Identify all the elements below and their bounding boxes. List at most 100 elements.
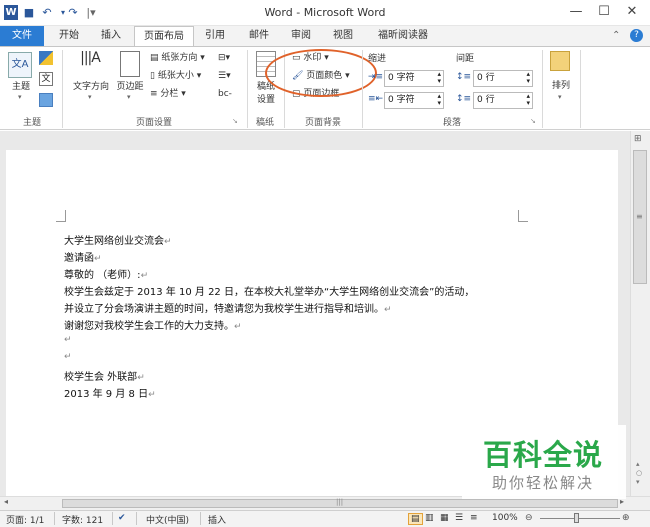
group-separator: [62, 50, 63, 128]
outline-view-icon[interactable]: ☰: [455, 513, 463, 523]
zoom-out-icon[interactable]: ⊖: [525, 513, 533, 523]
themes-dropdown-icon[interactable]: ▾: [18, 93, 22, 101]
scroll-grip-icon: ≡: [636, 212, 643, 221]
doc-line: 并设立了分会场演讲主题的时间，特邀请您为我校学生进行指导和培训。↵: [64, 304, 392, 315]
status-separator: [136, 512, 137, 525]
tab-mailings[interactable]: 邮件: [244, 26, 274, 46]
tab-file[interactable]: 文件: [0, 26, 44, 46]
ruler-toggle-icon[interactable]: ⊞: [634, 134, 642, 144]
tab-foxit-reader[interactable]: 福昕阅读器: [370, 26, 436, 46]
insert-mode-status[interactable]: 插入: [208, 513, 226, 526]
tab-home[interactable]: 开始: [54, 26, 84, 46]
columns-icon: ≡: [150, 89, 161, 99]
group-label-manuscript: 稿纸: [255, 118, 274, 128]
spacing-before-input[interactable]: 0 行 ▴ ▾: [473, 70, 533, 87]
tab-insert[interactable]: 插入: [96, 26, 126, 46]
zoom-slider-thumb[interactable]: [574, 513, 579, 523]
indent-left-input[interactable]: 0 字符 ▴ ▾: [384, 70, 444, 87]
group-label-arrange: [544, 115, 578, 128]
indent-right-input[interactable]: 0 字符 ▴ ▾: [384, 92, 444, 109]
group-separator: [542, 50, 543, 128]
hyphenation-button[interactable]: bc-: [218, 88, 232, 100]
doc-line: 大学生网络创业交流会↵: [64, 236, 172, 247]
spacing-before-value: 0 行: [477, 73, 495, 83]
close-button[interactable]: ✕: [618, 3, 646, 21]
spacing-after-spinner-icon[interactable]: ▴ ▾: [526, 93, 530, 107]
scroll-left-icon[interactable]: ◂: [4, 497, 8, 506]
page-setup-launcher-icon[interactable]: ↘: [232, 117, 238, 125]
arrange-button[interactable]: 排列: [546, 80, 576, 92]
margins-icon[interactable]: [120, 51, 140, 77]
indent-header: 缩进: [368, 54, 387, 64]
language-status[interactable]: 中文(中国): [146, 513, 189, 526]
themes-icon[interactable]: 文A: [8, 52, 32, 78]
arrange-icon[interactable]: [550, 51, 570, 71]
tab-page-layout[interactable]: 页面布局: [134, 26, 194, 47]
zoom-slider[interactable]: [540, 518, 620, 519]
line-numbers-button[interactable]: ☰▾: [218, 70, 231, 82]
browse-object-icon[interactable]: ▴ ○ ▾: [636, 460, 642, 487]
word-count[interactable]: 字数: 121: [62, 513, 103, 526]
theme-colors-icon[interactable]: [39, 51, 53, 65]
breaks-button[interactable]: ⊟▾: [218, 52, 230, 64]
group-label-paragraph: 段落: [442, 118, 461, 128]
tab-view[interactable]: 视图: [328, 26, 358, 46]
indent-right-value: 0 字符: [388, 95, 415, 105]
spacing-header: 间距: [456, 54, 475, 64]
text-direction-button[interactable]: 文字方向: [70, 81, 112, 93]
indent-left-icon: ⇥≡: [368, 72, 384, 82]
indent-right-spinner-icon[interactable]: ▴ ▾: [437, 93, 441, 107]
indent-right-icon: ≡⇤: [368, 94, 384, 104]
doc-line: ↵: [64, 335, 72, 345]
watermark-subtitle: 助你轻松解决: [491, 474, 594, 492]
paper-size-button[interactable]: ▯ 纸张大小 ▾: [150, 70, 201, 82]
spacing-after-icon: ↕≡: [456, 94, 472, 104]
theme-fonts-icon[interactable]: 文: [39, 72, 53, 86]
group-separator: [580, 50, 581, 128]
orientation-label: 纸张方向: [161, 53, 198, 63]
indent-left-spinner-icon[interactable]: ▴ ▾: [437, 71, 441, 85]
orientation-button[interactable]: ▤ 纸张方向 ▾: [150, 52, 205, 64]
doc-line: 邀请函↵: [64, 253, 102, 264]
doc-line: 尊敬的 （老师）:↵: [64, 270, 149, 281]
scroll-grip-icon: |||: [336, 498, 344, 506]
help-icon[interactable]: ?: [630, 29, 643, 42]
proofing-icon[interactable]: ✔: [118, 513, 126, 523]
zoom-in-icon[interactable]: ⊕: [622, 513, 630, 523]
tab-references[interactable]: 引用: [200, 26, 230, 46]
paragraph-launcher-icon[interactable]: ↘: [530, 117, 536, 125]
group-label-page-setup: 页面设置: [135, 118, 172, 128]
doc-line: 校学生会 外联部↵: [64, 372, 145, 383]
group-label-themes: 主题: [22, 118, 41, 128]
minimize-button[interactable]: —: [562, 3, 590, 21]
columns-button[interactable]: ≡ 分栏 ▾: [150, 88, 186, 100]
text-direction-dropdown-icon[interactable]: ▾: [88, 93, 92, 101]
doc-line: 校学生会兹定于 2013 年 10 月 22 日，在本校大礼堂举办“大学生网络创…: [64, 287, 475, 298]
group-label-page-background: 页面背景: [304, 118, 341, 128]
arrange-dropdown-icon[interactable]: ▾: [558, 93, 562, 101]
full-screen-view-icon[interactable]: ▥: [425, 513, 434, 523]
themes-button[interactable]: 主题: [6, 81, 36, 93]
doc-line: ↵: [64, 352, 72, 362]
spacing-before-spinner-icon[interactable]: ▴ ▾: [526, 71, 530, 85]
margins-button[interactable]: 页边距: [114, 81, 146, 93]
spacing-after-value: 0 行: [477, 95, 495, 105]
paper-size-label: 纸张大小: [157, 71, 194, 81]
ribbon-minimize-icon[interactable]: ⌃: [612, 30, 620, 41]
zoom-level[interactable]: 100%: [492, 513, 518, 523]
print-layout-view-icon[interactable]: ▤: [408, 513, 423, 525]
maximize-button[interactable]: ☐: [590, 3, 618, 21]
status-separator: [200, 512, 201, 525]
manuscript-button-line2[interactable]: 设置: [250, 94, 282, 106]
web-layout-view-icon[interactable]: ▦: [440, 513, 449, 523]
doc-line: 2013 年 9 月 8 日↵: [64, 389, 156, 400]
text-direction-icon[interactable]: |||A: [79, 50, 101, 78]
margins-dropdown-icon[interactable]: ▾: [127, 93, 131, 101]
columns-label: 分栏: [160, 89, 179, 99]
draft-view-icon[interactable]: ≡: [470, 513, 478, 523]
spacing-after-input[interactable]: 0 行 ▴ ▾: [473, 92, 533, 109]
page-count[interactable]: 页面: 1/1: [6, 513, 44, 526]
group-separator: [362, 50, 363, 128]
tab-review[interactable]: 审阅: [286, 26, 316, 46]
theme-effects-icon[interactable]: [39, 93, 53, 107]
